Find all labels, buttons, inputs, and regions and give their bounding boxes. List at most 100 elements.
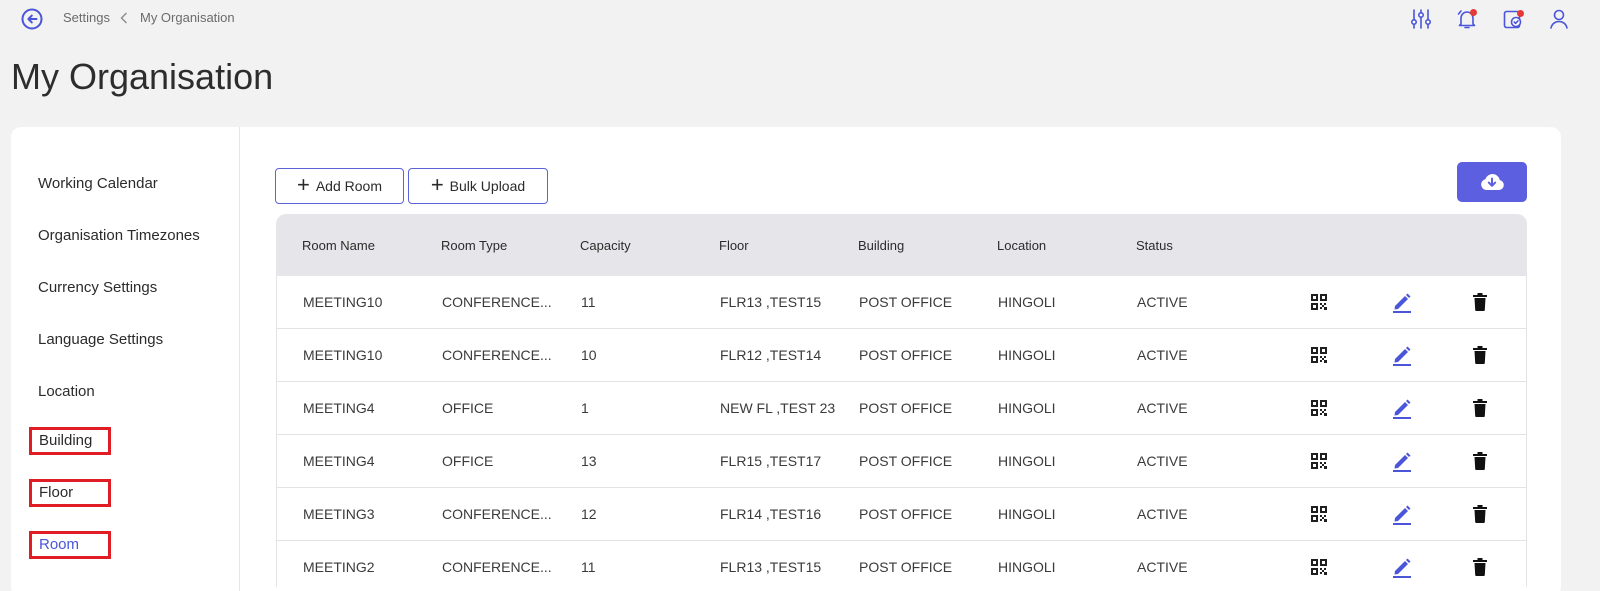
- cell-capacity: 11: [581, 294, 596, 310]
- cell-room-name: MEETING4: [303, 453, 375, 469]
- trash-icon[interactable]: [1473, 452, 1487, 470]
- table-row: MEETING3 CONFERENCE... 12 FLR14 ,TEST16 …: [276, 488, 1527, 541]
- filter-sliders-icon[interactable]: [1408, 6, 1434, 32]
- cell-location: HINGOLI: [998, 400, 1056, 416]
- edit-pencil-icon[interactable]: [1392, 556, 1412, 578]
- cell-room-type: CONFERENCE...: [442, 559, 552, 575]
- cell-status: ACTIVE: [1137, 559, 1188, 575]
- cell-floor: FLR12 ,TEST14: [720, 347, 822, 363]
- sidebar-item-room[interactable]: Room: [29, 531, 111, 559]
- cell-room-name: MEETING3: [303, 506, 375, 522]
- cell-room-type: CONFERENCE...: [442, 294, 552, 310]
- sidebar-item-building[interactable]: Building: [29, 427, 111, 455]
- cell-room-name: MEETING4: [303, 400, 375, 416]
- sidebar-item-location[interactable]: Location: [38, 383, 95, 400]
- cell-capacity: 10: [581, 347, 597, 363]
- column-header-location: Location: [997, 237, 1047, 253]
- table-row: MEETING10 CONFERENCE... 11 FLR13 ,TEST15…: [276, 276, 1527, 329]
- column-header-status: Status: [1136, 237, 1173, 253]
- add-room-button[interactable]: + Add Room: [275, 168, 404, 204]
- cell-room-name: MEETING10: [303, 347, 383, 363]
- cell-floor: FLR13 ,TEST15: [720, 559, 822, 575]
- cell-building: POST OFFICE: [859, 506, 953, 522]
- column-header-floor: Floor: [719, 237, 749, 253]
- edit-pencil-icon[interactable]: [1392, 344, 1412, 366]
- trash-icon[interactable]: [1473, 293, 1487, 311]
- notification-bell-icon[interactable]: [1454, 6, 1480, 32]
- table-row: MEETING4 OFFICE 1 NEW FL ,TEST 23 POST O…: [276, 382, 1527, 435]
- qr-code-icon[interactable]: [1310, 346, 1328, 364]
- edit-pencil-icon[interactable]: [1392, 291, 1412, 313]
- table-header: Room Name Room Type Capacity Floor Build…: [276, 214, 1527, 276]
- column-header-room-name: Room Name: [302, 237, 375, 253]
- top-icon-bar: [1408, 6, 1572, 32]
- cell-location: HINGOLI: [998, 294, 1056, 310]
- cell-capacity: 12: [581, 506, 597, 522]
- edit-pencil-icon[interactable]: [1392, 450, 1412, 472]
- trash-icon[interactable]: [1473, 558, 1487, 576]
- cell-building: POST OFFICE: [859, 453, 953, 469]
- table-row: MEETING2 CONFERENCE... 11 FLR13 ,TEST15 …: [276, 541, 1527, 591]
- cell-room-type: OFFICE: [442, 400, 494, 416]
- cell-room-name: MEETING2: [303, 559, 375, 575]
- calendar-check-icon[interactable]: [1500, 6, 1526, 32]
- cell-status: ACTIVE: [1137, 453, 1188, 469]
- cell-capacity: 11: [581, 559, 596, 575]
- qr-code-icon[interactable]: [1310, 293, 1328, 311]
- calendar-dot: [1517, 10, 1524, 17]
- back-icon[interactable]: [20, 7, 44, 31]
- trash-icon[interactable]: [1473, 346, 1487, 364]
- trash-icon[interactable]: [1473, 505, 1487, 523]
- sidebar-item-floor[interactable]: Floor: [29, 479, 111, 507]
- edit-pencil-icon[interactable]: [1392, 503, 1412, 525]
- page-title: My Organisation: [11, 56, 274, 97]
- cell-status: ACTIVE: [1137, 294, 1188, 310]
- cell-status: ACTIVE: [1137, 347, 1188, 363]
- settings-sidebar: Working Calendar Organisation Timezones …: [11, 127, 240, 591]
- column-header-capacity: Capacity: [580, 237, 631, 253]
- rooms-table: Room Name Room Type Capacity Floor Build…: [276, 214, 1527, 591]
- cell-room-type: CONFERENCE...: [442, 506, 552, 522]
- cell-building: POST OFFICE: [859, 347, 953, 363]
- qr-code-icon[interactable]: [1310, 452, 1328, 470]
- sidebar-item-organisation-timezones[interactable]: Organisation Timezones: [38, 227, 200, 244]
- cell-room-type: OFFICE: [442, 453, 494, 469]
- cell-floor: FLR14 ,TEST16: [720, 506, 822, 522]
- cell-capacity: 1: [581, 400, 589, 416]
- column-header-building: Building: [858, 237, 905, 253]
- breadcrumb-settings-link[interactable]: Settings: [63, 10, 110, 25]
- cell-location: HINGOLI: [998, 347, 1056, 363]
- plus-icon: +: [430, 172, 444, 197]
- cell-building: POST OFFICE: [859, 294, 953, 310]
- cell-status: ACTIVE: [1137, 506, 1188, 522]
- download-button[interactable]: [1457, 162, 1527, 202]
- qr-code-icon[interactable]: [1310, 505, 1328, 523]
- chevron-left-icon: [120, 11, 130, 25]
- breadcrumb-current: My Organisation: [139, 10, 235, 25]
- cell-floor: FLR15 ,TEST17: [720, 453, 822, 469]
- cell-status: ACTIVE: [1137, 400, 1188, 416]
- qr-code-icon[interactable]: [1310, 558, 1328, 576]
- edit-pencil-icon[interactable]: [1392, 397, 1412, 419]
- cell-location: HINGOLI: [998, 453, 1056, 469]
- settings-card: Working Calendar Organisation Timezones …: [11, 127, 1561, 591]
- breadcrumb: Settings My Organisation: [63, 10, 235, 25]
- plus-icon: +: [296, 172, 310, 197]
- user-profile-icon[interactable]: [1546, 6, 1572, 32]
- bulk-upload-label: Bulk Upload: [449, 178, 526, 194]
- add-room-label: Add Room: [315, 178, 382, 194]
- column-header-room-type: Room Type: [441, 237, 508, 253]
- sidebar-item-language-settings[interactable]: Language Settings: [38, 331, 163, 348]
- cell-room-name: MEETING10: [303, 294, 383, 310]
- cell-room-type: CONFERENCE...: [442, 347, 552, 363]
- bulk-upload-button[interactable]: + Bulk Upload: [408, 168, 548, 204]
- qr-code-icon[interactable]: [1310, 399, 1328, 417]
- trash-icon[interactable]: [1473, 399, 1487, 417]
- table-row: MEETING10 CONFERENCE... 10 FLR12 ,TEST14…: [276, 329, 1527, 382]
- cell-floor: NEW FL ,TEST 23: [720, 400, 836, 416]
- sidebar-item-currency-settings[interactable]: Currency Settings: [38, 279, 157, 296]
- notification-dot: [1470, 9, 1477, 16]
- cloud-download-icon: [1481, 174, 1504, 190]
- table-body: MEETING10 CONFERENCE... 11 FLR13 ,TEST15…: [276, 276, 1527, 591]
- sidebar-item-working-calendar[interactable]: Working Calendar: [38, 175, 158, 192]
